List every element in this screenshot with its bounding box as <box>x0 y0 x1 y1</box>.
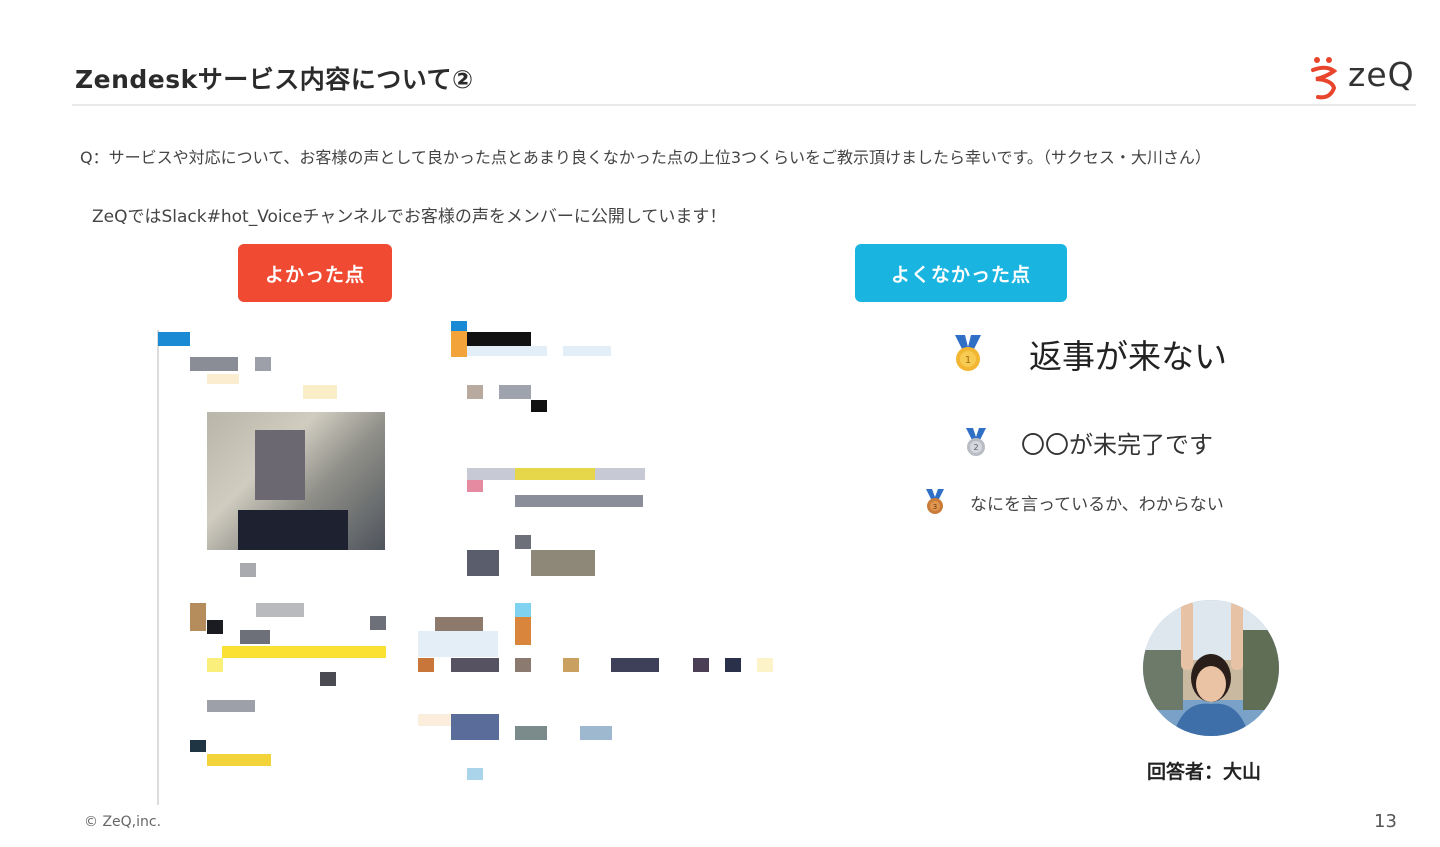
slack-thread-line <box>157 330 159 805</box>
good-points-label: よかった点 <box>238 244 392 302</box>
logo-wordmark: zeQ <box>1348 55 1415 94</box>
intro-text: ZeQではSlack#hot_Voiceチャンネルでお客様の声をメンバーに公開し… <box>92 207 727 227</box>
title-divider <box>72 104 1416 106</box>
bad-point-2: 2 〇〇が未完了です <box>963 425 1213 460</box>
copyright: © ZeQ,inc. <box>84 814 162 830</box>
bad-points-label: よくなかった点 <box>855 244 1067 302</box>
zeq-mark-icon <box>1311 57 1338 100</box>
respondent-avatar <box>1143 600 1279 736</box>
slide-title: Zendeskサービス内容について② <box>75 65 474 94</box>
medal-rank-label: 3 <box>933 503 937 511</box>
medal-rank-label: 2 <box>973 443 978 452</box>
page-number: 13 <box>1374 811 1397 832</box>
question-text: Q：サービスや対応について、お客様の声として良かった点とあまり良くなかった点の上… <box>80 148 1211 167</box>
respondent-name: 回答者：大山 <box>1147 761 1262 783</box>
bronze-medal-icon: 3 <box>926 489 944 514</box>
medal-rank-label: 1 <box>965 355 971 366</box>
bad-point-text: 返事が来ない <box>1029 337 1227 376</box>
bad-point-3: 3 なにを言っているか、わからない <box>924 489 1224 515</box>
gold-medal-icon: 1 <box>955 335 981 371</box>
bad-point-text: 〇〇が未完了です <box>1021 431 1213 459</box>
zeq-logo: zeQ <box>1308 55 1418 101</box>
bad-point-1: 1 返事が来ない <box>951 330 1227 378</box>
silver-medal-icon: 2 <box>966 427 986 456</box>
bad-point-text: なにを言っているか、わからない <box>970 494 1224 515</box>
